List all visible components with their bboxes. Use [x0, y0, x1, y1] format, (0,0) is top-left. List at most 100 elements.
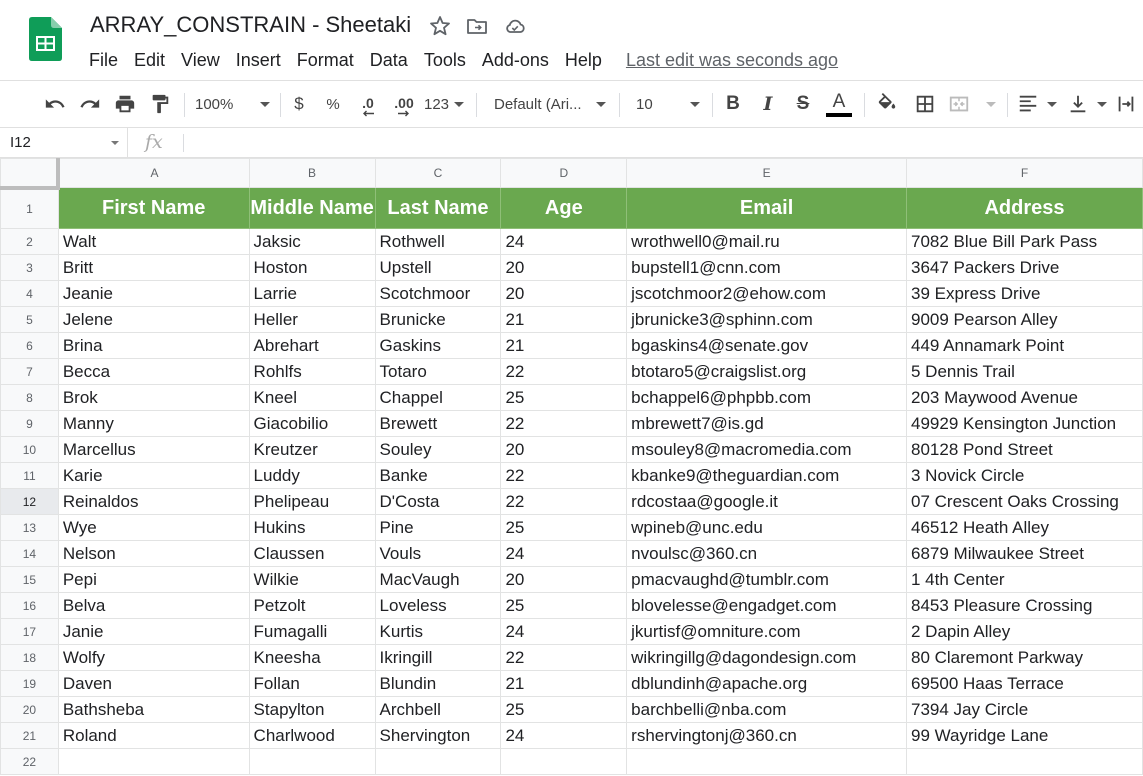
more-formats-select[interactable]: 123: [424, 81, 464, 127]
table-cell[interactable]: Wilkie: [248, 566, 376, 593]
table-cell[interactable]: Upstell: [374, 254, 502, 281]
table-cell[interactable]: wikringillg@dagondesign.com: [626, 644, 907, 671]
merge-cells-button[interactable]: [948, 81, 996, 127]
table-cell[interactable]: wpineb@unc.edu: [626, 514, 907, 541]
table-cell[interactable]: Stapylton: [248, 696, 376, 723]
font-family-select[interactable]: Default (Ari...: [494, 81, 606, 127]
row-header[interactable]: 19: [0, 670, 59, 697]
table-cell[interactable]: 20: [500, 254, 628, 281]
table-cell[interactable]: 8453 Pleasure Crossing: [906, 592, 1143, 619]
table-cell[interactable]: Pepi: [57, 566, 250, 593]
table-cell[interactable]: bgaskins4@senate.gov: [626, 332, 907, 359]
strikethrough-button[interactable]: S: [792, 81, 814, 127]
star-icon[interactable]: [428, 14, 452, 38]
table-cell[interactable]: Belva: [57, 592, 250, 619]
table-cell[interactable]: Chappel: [374, 384, 502, 411]
table-cell[interactable]: Follan: [248, 670, 376, 697]
table-cell[interactable]: Ikringill: [374, 644, 502, 671]
table-cell[interactable]: Pine: [374, 514, 502, 541]
print-button[interactable]: [112, 81, 138, 127]
table-cell[interactable]: Manny: [57, 410, 250, 437]
table-cell[interactable]: Jeanie: [57, 280, 250, 307]
table-cell[interactable]: 25: [500, 384, 628, 411]
table-cell[interactable]: jscotchmoor2@ehow.com: [626, 280, 907, 307]
table-cell[interactable]: [626, 748, 907, 775]
table-cell[interactable]: Becca: [57, 358, 250, 385]
table-cell[interactable]: [374, 748, 502, 775]
header-cell[interactable]: First Name: [57, 187, 250, 229]
table-cell[interactable]: Blundin: [374, 670, 502, 697]
table-cell[interactable]: 80128 Pond Street: [906, 436, 1143, 463]
table-cell[interactable]: rdcostaa@google.it: [626, 488, 907, 515]
table-cell[interactable]: Britt: [57, 254, 250, 281]
column-header-a[interactable]: A: [57, 158, 250, 188]
column-header-e[interactable]: E: [626, 158, 907, 188]
redo-button[interactable]: [77, 81, 103, 127]
sheets-logo-icon[interactable]: [29, 17, 62, 61]
bold-button[interactable]: B: [722, 81, 744, 127]
table-cell[interactable]: 07 Crescent Oaks Crossing: [906, 488, 1143, 515]
table-cell[interactable]: Hukins: [248, 514, 376, 541]
column-header-b[interactable]: B: [248, 158, 376, 188]
move-to-folder-icon[interactable]: [465, 14, 489, 38]
table-cell[interactable]: wrothwell0@mail.ru: [626, 228, 907, 255]
name-box[interactable]: I12: [0, 128, 128, 157]
table-cell[interactable]: barchbelli@nba.com: [626, 696, 907, 723]
table-cell[interactable]: jkurtisf@omniture.com: [626, 618, 907, 645]
menu-insert[interactable]: Insert: [228, 50, 289, 71]
table-cell[interactable]: Kneesha: [248, 644, 376, 671]
header-cell[interactable]: Address: [906, 187, 1143, 229]
table-cell[interactable]: Claussen: [248, 540, 376, 567]
table-cell[interactable]: Brina: [57, 332, 250, 359]
table-cell[interactable]: 24: [500, 722, 628, 749]
row-header[interactable]: 20: [0, 696, 59, 723]
table-cell[interactable]: jbrunicke3@sphinn.com: [626, 306, 907, 333]
table-cell[interactable]: Wolfy: [57, 644, 250, 671]
header-cell[interactable]: Email: [626, 187, 907, 229]
table-cell[interactable]: Loveless: [374, 592, 502, 619]
row-header[interactable]: 5: [0, 306, 59, 333]
table-cell[interactable]: Scotchmoor: [374, 280, 502, 307]
paint-format-button[interactable]: [147, 81, 173, 127]
table-cell[interactable]: 1 4th Center: [906, 566, 1143, 593]
row-header[interactable]: 9: [0, 410, 59, 437]
row-header[interactable]: 16: [0, 592, 59, 619]
table-cell[interactable]: 20: [500, 566, 628, 593]
table-cell[interactable]: Petzolt: [248, 592, 376, 619]
table-cell[interactable]: msouley8@macromedia.com: [626, 436, 907, 463]
table-cell[interactable]: 7394 Jay Circle: [906, 696, 1143, 723]
row-header[interactable]: 1: [0, 187, 59, 229]
table-cell[interactable]: Vouls: [374, 540, 502, 567]
column-header-f[interactable]: F: [906, 158, 1143, 188]
table-cell[interactable]: 9009 Pearson Alley: [906, 306, 1143, 333]
table-cell[interactable]: kbanke9@theguardian.com: [626, 462, 907, 489]
select-all-corner[interactable]: [0, 158, 61, 190]
document-title[interactable]: ARRAY_CONSTRAIN - Sheetaki: [90, 12, 411, 38]
table-cell[interactable]: 6879 Milwaukee Street: [906, 540, 1143, 567]
table-cell[interactable]: Jaksic: [248, 228, 376, 255]
table-cell[interactable]: Giacobilio: [248, 410, 376, 437]
row-header[interactable]: 17: [0, 618, 59, 645]
table-cell[interactable]: 20: [500, 436, 628, 463]
table-cell[interactable]: blovelesse@engadget.com: [626, 592, 907, 619]
table-cell[interactable]: 24: [500, 540, 628, 567]
row-header[interactable]: 6: [0, 332, 59, 359]
row-header[interactable]: 21: [0, 722, 59, 749]
table-cell[interactable]: Rohlfs: [248, 358, 376, 385]
table-cell[interactable]: Phelipeau: [248, 488, 376, 515]
fill-color-button[interactable]: [874, 81, 900, 127]
table-cell[interactable]: Wye: [57, 514, 250, 541]
row-header[interactable]: 4: [0, 280, 59, 307]
italic-button[interactable]: I: [757, 81, 779, 127]
last-edit-link[interactable]: Last edit was seconds ago: [626, 50, 838, 71]
table-cell[interactable]: Luddy: [248, 462, 376, 489]
table-cell[interactable]: 24: [500, 228, 628, 255]
row-header[interactable]: 12: [0, 488, 59, 515]
table-cell[interactable]: Bathsheba: [57, 696, 250, 723]
column-header-c[interactable]: C: [374, 158, 502, 188]
table-cell[interactable]: Nelson: [57, 540, 250, 567]
currency-format-button[interactable]: $: [289, 81, 309, 127]
table-cell[interactable]: Rothwell: [374, 228, 502, 255]
row-header[interactable]: 13: [0, 514, 59, 541]
table-cell[interactable]: [906, 748, 1143, 775]
